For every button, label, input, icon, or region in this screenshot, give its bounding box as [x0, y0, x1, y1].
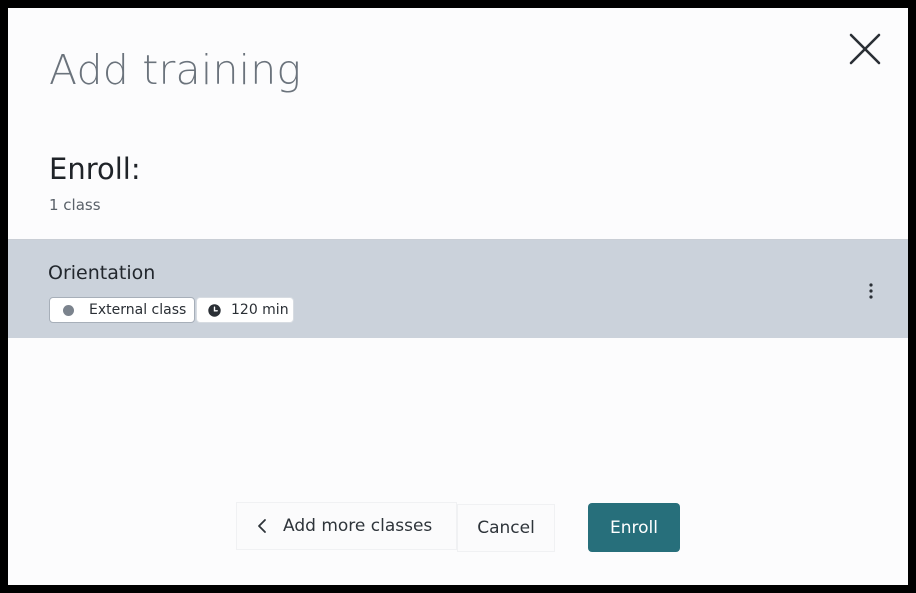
enroll-label: Enroll — [610, 517, 658, 538]
dialog-title: Add training — [49, 46, 302, 94]
dot-icon — [63, 304, 74, 316]
duration-label: 120 min — [231, 302, 289, 318]
class-options-button[interactable] — [860, 278, 882, 304]
class-row[interactable]: Orientation External class 120 min — [8, 240, 908, 338]
add-more-classes-button[interactable]: Add more classes — [237, 503, 456, 549]
class-type-tag: External class — [49, 297, 195, 323]
close-icon — [849, 33, 881, 65]
clock-icon — [208, 303, 221, 317]
class-type-label: External class — [89, 302, 187, 318]
close-button[interactable] — [844, 28, 886, 70]
add-more-classes-label: Add more classes — [283, 516, 433, 536]
chevron-left-icon — [258, 519, 266, 533]
class-count: 1 class — [49, 196, 101, 214]
enroll-heading: Enroll: — [49, 152, 141, 186]
more-vertical-icon — [869, 283, 873, 299]
duration-tag: 120 min — [196, 297, 294, 323]
add-training-dialog: Add training Enroll: 1 class Orientation… — [8, 8, 908, 585]
cancel-label: Cancel — [477, 518, 535, 538]
class-name: Orientation — [48, 262, 156, 284]
cancel-button[interactable]: Cancel — [458, 505, 554, 551]
enroll-button[interactable]: Enroll — [588, 503, 680, 552]
